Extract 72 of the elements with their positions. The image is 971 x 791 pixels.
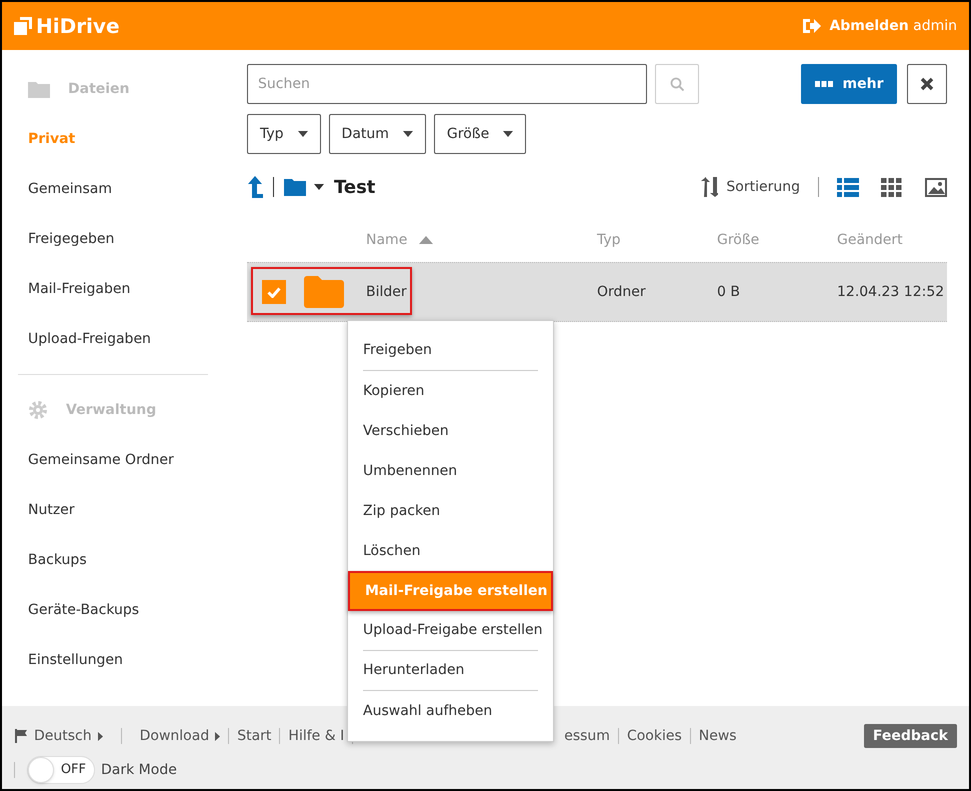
close-icon [920, 77, 934, 91]
table-cell-text: Ordner [597, 282, 647, 302]
view-grid-button[interactable] [881, 178, 903, 196]
sidebar-item[interactable]: Upload-Freigaben [18, 314, 230, 364]
flag-icon [14, 729, 28, 743]
footer-link[interactable]: News [698, 726, 737, 746]
view-list-button[interactable] [837, 178, 859, 196]
sidebar-item[interactable]: Gemeinsam [18, 164, 230, 214]
caret-icon [503, 131, 514, 137]
caret-icon [314, 184, 324, 190]
sort-button[interactable]: Sortierung [700, 176, 800, 198]
sidebar-item[interactable]: Gemeinsame Ordner [18, 435, 230, 485]
search-icon [670, 77, 684, 91]
list-view-icon [837, 178, 859, 196]
folder-title: Test [334, 176, 376, 200]
table-row[interactable]: Bilder Ordner 0 B 12.04.23 12:52 [247, 262, 947, 322]
footer-link[interactable]: Cookies [626, 726, 682, 746]
close-button[interactable] [907, 64, 947, 104]
dark-mode-toggle[interactable]: OFF [27, 756, 95, 784]
caret-icon [402, 131, 413, 137]
footer-link[interactable]: Start [237, 726, 272, 746]
checkbox[interactable] [262, 280, 286, 304]
section-heading: Dateien [68, 80, 130, 98]
footer-link[interactable]: Hilfe & I [288, 726, 344, 746]
table-cell-text: Bilder [366, 282, 408, 302]
section-heading: Verwaltung [66, 400, 156, 420]
sort-icon [700, 177, 718, 197]
caret-icon [298, 131, 308, 137]
more-button[interactable]: mehr [801, 64, 897, 104]
menu-item[interactable]: Auswahl aufheben [363, 691, 538, 731]
table-cell-text: 0 B [717, 282, 741, 302]
logout-icon [801, 17, 822, 35]
feedback-button[interactable]: Feedback [864, 724, 957, 748]
table-cell-text: 12.04.23 12:52 [837, 282, 946, 302]
grid-view-icon [881, 178, 903, 196]
folder-icon [28, 80, 50, 98]
filter-dropdown[interactable]: Typ [247, 114, 321, 154]
view-gallery-button[interactable] [925, 178, 947, 196]
check-icon [267, 286, 281, 298]
filter-dropdown[interactable]: Datum [328, 114, 426, 154]
menu-item[interactable]: Verschieben [363, 411, 538, 451]
folder-icon [304, 276, 344, 308]
sort-ascending-icon [419, 236, 434, 244]
sidebar-item[interactable]: Geräte-Backups [18, 585, 230, 635]
toggle-label: Dark Mode [101, 760, 177, 780]
menu-item[interactable]: Kopieren [363, 371, 538, 411]
caret-right-icon [215, 732, 220, 740]
logo-text: HiDrive [36, 13, 120, 40]
gallery-view-icon [925, 178, 947, 196]
folder-icon [284, 178, 306, 196]
sidebar-item[interactable]: Nutzer [18, 485, 230, 535]
footer-link[interactable]: essum [564, 726, 610, 746]
menu-item[interactable]: Löschen [363, 531, 538, 571]
menu-item[interactable]: Freigeben [363, 331, 538, 371]
sidebar-item[interactable]: Einstellungen [18, 635, 230, 685]
footer-link[interactable]: Download [140, 726, 220, 746]
menu-item[interactable]: Zip packen [363, 491, 538, 531]
search-field[interactable]: Suchen [247, 64, 647, 104]
filter-dropdown[interactable]: Größe [434, 114, 526, 154]
sidebar-item[interactable]: Freigegeben [18, 214, 230, 264]
menu-item[interactable]: Umbenennen [363, 451, 538, 491]
sidebar-item[interactable]: Backups [18, 535, 230, 585]
footer-link[interactable]: Deutsch [14, 726, 103, 746]
caret-right-icon [98, 732, 103, 740]
up-arrow-icon [247, 176, 263, 198]
menu-item[interactable]: Herunterladen [363, 651, 538, 691]
dots-icon [814, 81, 833, 87]
sidebar-item[interactable]: Mail-Freigaben [18, 264, 230, 314]
gear-icon [28, 400, 48, 420]
up-button[interactable] [247, 176, 263, 198]
logo-icon [14, 17, 32, 35]
folder-menu-button[interactable] [284, 178, 324, 196]
